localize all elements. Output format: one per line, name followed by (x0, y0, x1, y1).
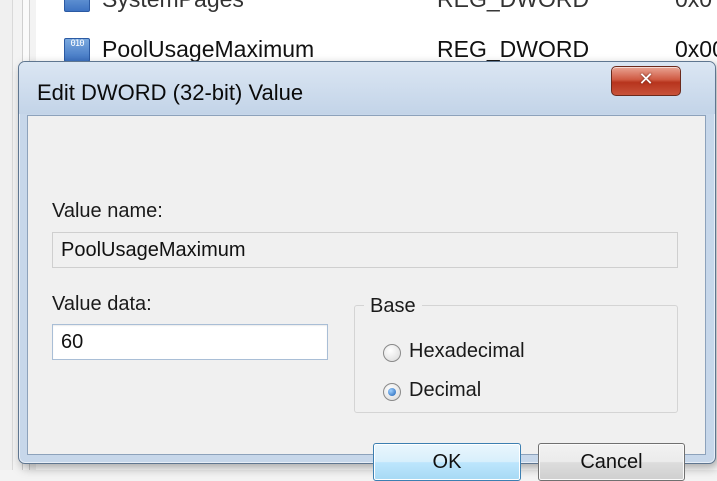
value-name-label: Value name: (52, 200, 163, 222)
close-button[interactable]: ✕ (611, 66, 681, 96)
edit-dword-dialog: Edit DWORD (32-bit) Value ✕ Value name: … (18, 61, 716, 481)
value-data: 0x00 (675, 36, 717, 62)
dialog-content: Value name: PoolUsageMaximum Value data:… (27, 115, 706, 481)
value-data-input[interactable]: 60 (52, 324, 328, 360)
value-name: PoolUsageMaximum (102, 36, 315, 62)
registry-row[interactable]: 010 PoolUsageMaximum REG_DWORD 0x00 (64, 34, 717, 64)
value-name: SystemPages (102, 0, 244, 14)
base-group-label: Base (364, 295, 422, 318)
dword-value-icon: 010 (64, 0, 90, 12)
value-data: 0x0 (675, 0, 712, 14)
ok-button[interactable]: OK (373, 443, 521, 481)
cancel-button[interactable]: Cancel (538, 443, 685, 481)
value-name-field: PoolUsageMaximum (52, 232, 678, 268)
decimal-label[interactable]: Decimal (409, 379, 481, 402)
dialog-titlebar[interactable]: Edit DWORD (32-bit) Value ✕ (19, 62, 715, 114)
value-data-label: Value data: (52, 293, 152, 315)
registry-row[interactable]: 010 SystemPages REG_DWORD 0x0 (64, 0, 717, 14)
hexadecimal-label[interactable]: Hexadecimal (409, 340, 525, 363)
left-panel-edge (0, 0, 13, 470)
hexadecimal-radio[interactable] (383, 344, 401, 362)
decimal-radio[interactable] (383, 383, 401, 401)
dword-value-icon: 010 (64, 38, 90, 62)
value-type: REG_DWORD (437, 36, 590, 62)
radio-selected-dot (388, 388, 396, 396)
dialog-title: Edit DWORD (32-bit) Value (37, 80, 304, 105)
close-icon: ✕ (638, 69, 654, 90)
value-type: REG_DWORD (437, 0, 589, 14)
